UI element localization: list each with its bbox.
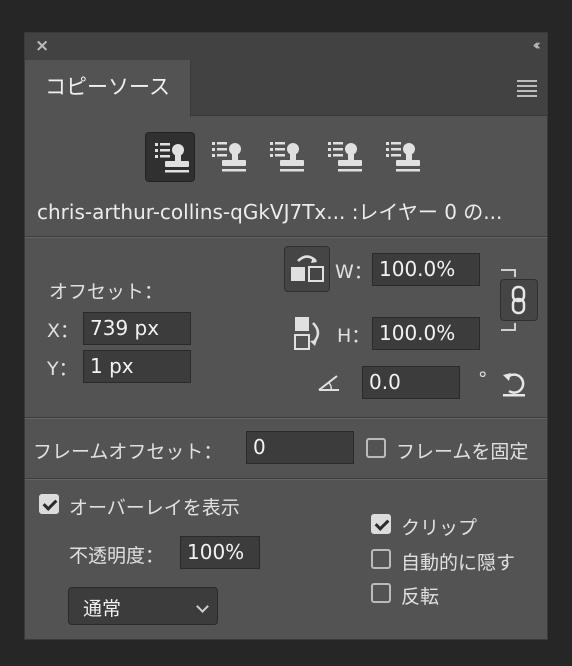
chain-link-icon bbox=[511, 285, 526, 315]
clip-checkbox[interactable] bbox=[371, 514, 391, 534]
clone-stamp-icon bbox=[212, 142, 246, 172]
lock-frame-checkbox[interactable] bbox=[366, 438, 386, 458]
x-offset-field[interactable]: 739 px bbox=[83, 312, 191, 345]
lock-frame-label: フレームを固定 bbox=[396, 441, 529, 463]
flip-vertical-button[interactable] bbox=[293, 315, 327, 351]
clone-source-button-4[interactable] bbox=[319, 132, 369, 182]
flip-horizontal-icon bbox=[291, 255, 324, 282]
blend-mode-select[interactable]: 通常 bbox=[68, 587, 218, 625]
chevron-down-icon bbox=[196, 600, 209, 613]
clone-source-buttons bbox=[145, 132, 445, 182]
tab-bar: コピーソース bbox=[25, 60, 547, 117]
opacity-field[interactable]: 100% bbox=[180, 536, 260, 569]
angle-icon bbox=[317, 373, 343, 393]
frame-offset-field[interactable]: 0 bbox=[246, 431, 354, 464]
y-offset-field[interactable]: 1 px bbox=[83, 350, 191, 383]
w-label: W： bbox=[335, 261, 373, 283]
flip-horizontal-button[interactable] bbox=[284, 246, 330, 292]
clone-source-panel: × ‹‹ コピーソース chris-arthur-collins-qGkVJ7T… bbox=[24, 32, 548, 640]
show-overlay-label: オーバーレイを表示 bbox=[69, 497, 240, 519]
tab-clone-source[interactable]: コピーソース bbox=[25, 60, 191, 117]
degree-symbol: ° bbox=[478, 368, 488, 390]
source-document-name: chris-arthur-collins-qGkVJ7Tx... :レイヤー 0… bbox=[37, 200, 503, 224]
show-overlay-checkbox[interactable] bbox=[39, 494, 59, 514]
panel-menu-icon[interactable] bbox=[517, 80, 537, 100]
clone-source-button-3[interactable] bbox=[261, 132, 311, 182]
reset-transform-button[interactable] bbox=[499, 369, 529, 399]
link-scale-button[interactable] bbox=[500, 279, 538, 321]
clip-label: クリップ bbox=[401, 517, 478, 539]
clone-stamp-icon bbox=[155, 143, 189, 173]
link-bracket-top bbox=[501, 269, 516, 277]
auto-hide-checkbox[interactable] bbox=[371, 549, 391, 569]
collapse-icon[interactable]: ‹‹ bbox=[533, 36, 542, 54]
close-icon[interactable]: × bbox=[35, 36, 49, 56]
opacity-label: 不透明度： bbox=[69, 545, 165, 567]
clone-source-button-5[interactable] bbox=[377, 132, 427, 182]
h-label: H： bbox=[337, 325, 371, 347]
flip-vertical-icon bbox=[294, 317, 320, 350]
offset-label: オフセット： bbox=[49, 281, 164, 303]
invert-label: 反転 bbox=[401, 586, 440, 608]
width-scale-field[interactable]: 100.0% bbox=[372, 253, 480, 286]
link-bracket-bottom bbox=[501, 323, 516, 331]
panel-titlebar: × ‹‹ bbox=[25, 33, 547, 60]
clone-stamp-icon bbox=[328, 142, 362, 172]
rotation-angle-field[interactable]: 0.0 bbox=[362, 366, 460, 399]
blend-mode-value: 通常 bbox=[83, 598, 122, 620]
auto-hide-label: 自動的に隠す bbox=[401, 552, 516, 574]
clone-source-button-2[interactable] bbox=[203, 132, 253, 182]
clone-stamp-icon bbox=[386, 142, 420, 172]
frame-offset-label: フレームオフセット： bbox=[33, 441, 223, 463]
clone-source-button-1[interactable] bbox=[145, 132, 195, 182]
x-label: X： bbox=[47, 320, 80, 342]
height-scale-field[interactable]: 100.0% bbox=[372, 317, 480, 350]
y-label: Y： bbox=[47, 358, 78, 380]
clone-stamp-icon bbox=[270, 142, 304, 172]
reset-icon bbox=[503, 373, 525, 397]
invert-checkbox[interactable] bbox=[371, 583, 391, 603]
